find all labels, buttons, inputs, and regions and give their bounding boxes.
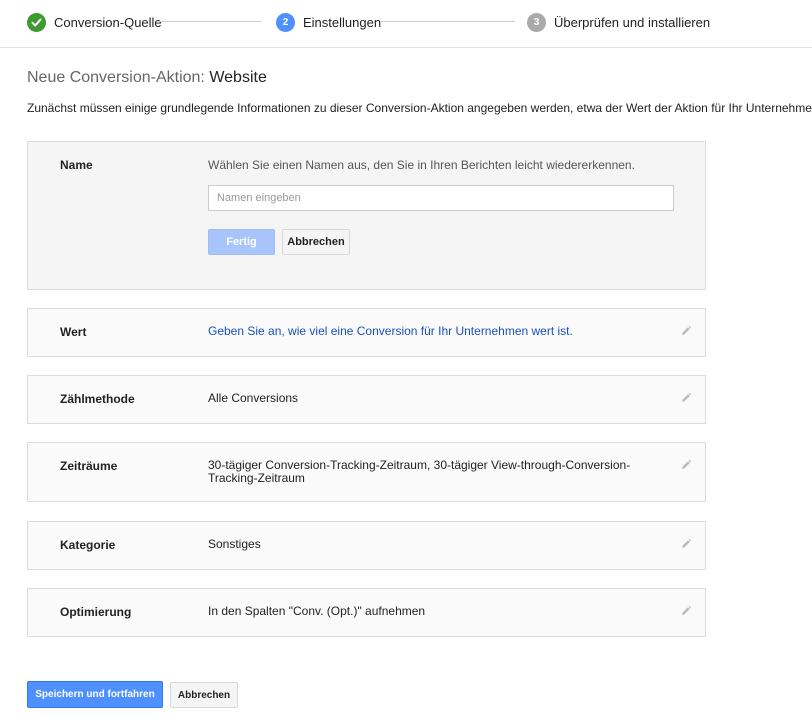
name-label: Name bbox=[60, 158, 93, 172]
step-label: Überprüfen und installieren bbox=[554, 14, 711, 30]
time-windows-value: 30-tägiger Conversion-Tracking-Zeitraum,… bbox=[208, 458, 631, 485]
count-method-label: Zählmethode bbox=[60, 392, 135, 406]
optimization-section[interactable]: Optimierung In den Spalten "Conv. (Opt.)… bbox=[27, 588, 706, 637]
pencil-icon[interactable] bbox=[680, 605, 692, 617]
step-settings: 2 Einstellungen bbox=[276, 12, 381, 32]
step-connector bbox=[380, 21, 515, 22]
pencil-icon[interactable] bbox=[680, 459, 692, 471]
done-button[interactable]: Fertig bbox=[208, 229, 275, 255]
save-and-continue-button[interactable]: Speichern und fortfahren bbox=[27, 681, 163, 708]
step-number: 2 bbox=[276, 12, 295, 32]
step-label: Einstellungen bbox=[303, 14, 382, 30]
step-label: Conversion-Quelle bbox=[54, 14, 162, 30]
name-cancel-button[interactable]: Abbrechen bbox=[282, 229, 350, 255]
page-title-type: Website bbox=[209, 69, 267, 86]
step-conversion-source[interactable]: Conversion-Quelle bbox=[27, 12, 162, 32]
name-hint: Wählen Sie einen Namen aus, den Sie in I… bbox=[208, 158, 635, 172]
check-icon bbox=[27, 12, 46, 32]
count-method-value: Alle Conversions bbox=[208, 391, 299, 405]
optimization-label: Optimierung bbox=[60, 605, 132, 619]
name-section: Name Wählen Sie einen Namen aus, den Sie… bbox=[27, 141, 706, 290]
optimization-value: In den Spalten "Conv. (Opt.)" aufnehmen bbox=[208, 604, 426, 618]
time-windows-section[interactable]: Zeiträume 30-tägiger Conversion-Tracking… bbox=[27, 442, 706, 502]
page-title-prefix: Neue Conversion-Aktion: bbox=[27, 69, 205, 86]
page-description: Zunächst müssen einige grundlegende Info… bbox=[27, 101, 812, 115]
pencil-icon[interactable] bbox=[680, 325, 692, 337]
name-input[interactable] bbox=[208, 185, 674, 211]
pencil-icon[interactable] bbox=[680, 392, 692, 404]
count-method-section[interactable]: Zählmethode Alle Conversions bbox=[27, 375, 706, 424]
value-section[interactable]: Wert Geben Sie an, wie viel eine Convers… bbox=[27, 308, 706, 357]
step-connector bbox=[158, 21, 262, 22]
value-label: Wert bbox=[60, 325, 87, 339]
step-number: 3 bbox=[527, 12, 546, 32]
time-windows-label: Zeiträume bbox=[60, 459, 118, 473]
pencil-icon[interactable] bbox=[680, 538, 692, 550]
cancel-button[interactable]: Abbrechen bbox=[170, 682, 238, 708]
progress-stepper: Conversion-Quelle 2 Einstellungen 3 Über… bbox=[0, 0, 812, 48]
category-section[interactable]: Kategorie Sonstiges bbox=[27, 521, 706, 570]
step-review-install: 3 Überprüfen und installieren bbox=[527, 12, 710, 32]
category-label: Kategorie bbox=[60, 538, 116, 552]
page-title: Neue Conversion-Aktion: Website bbox=[27, 69, 267, 87]
category-value: Sonstiges bbox=[208, 537, 261, 551]
value-text[interactable]: Geben Sie an, wie viel eine Conversion f… bbox=[208, 325, 573, 338]
